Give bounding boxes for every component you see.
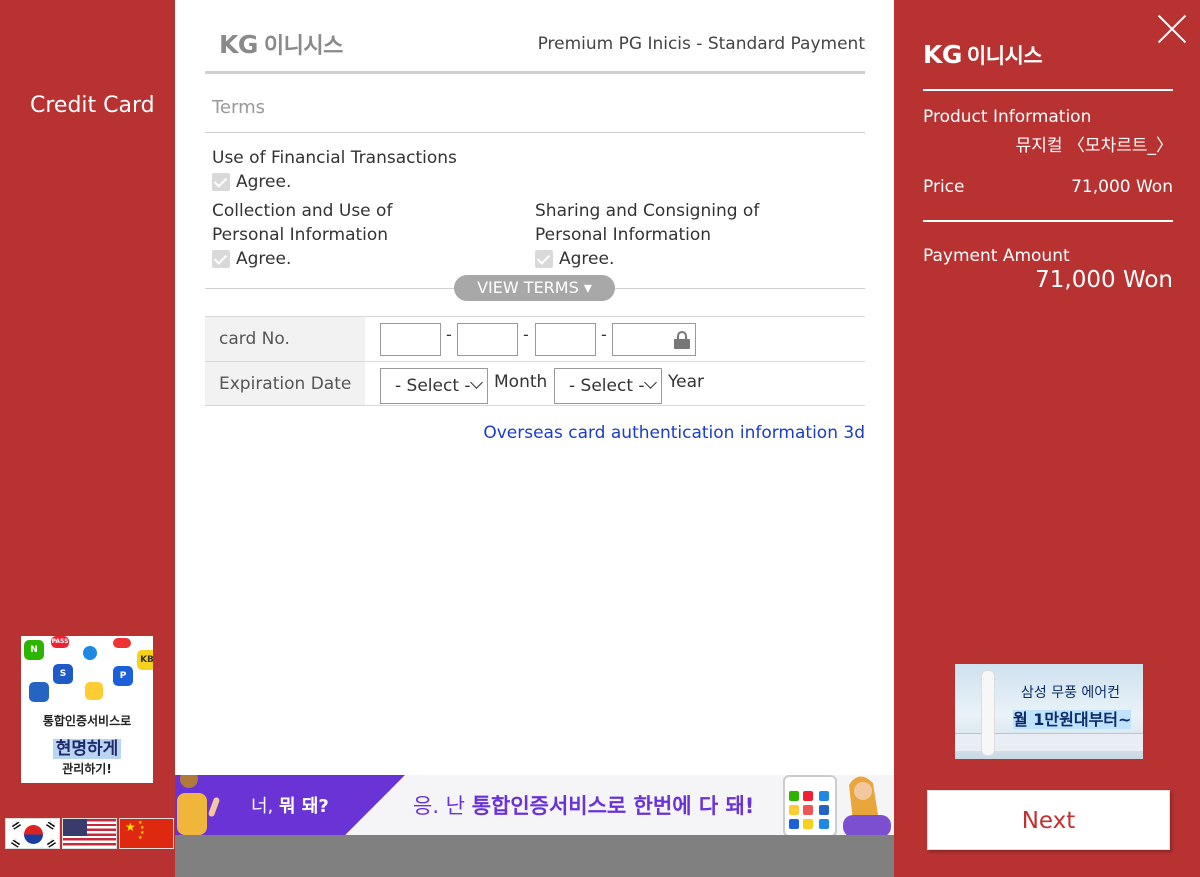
logo-kg: KG xyxy=(923,40,962,69)
checkbox-checked-icon xyxy=(535,250,553,268)
payment-amount-value: 71,000 Won xyxy=(1035,267,1173,293)
collection-terms: Collection and Use of Personal Informati… xyxy=(212,199,392,271)
price-label: Price xyxy=(923,177,965,197)
product-info-label: Product Information xyxy=(923,107,1092,127)
us-flag-icon[interactable] xyxy=(62,818,117,849)
logo-kr: 이니시스 xyxy=(966,44,1043,68)
agree-label: Agree. xyxy=(236,172,292,192)
financial-agree-checkbox[interactable]: Agree. xyxy=(212,170,457,194)
divider xyxy=(923,89,1173,91)
page-title: Premium PG Inicis - Standard Payment xyxy=(537,34,865,54)
aircon-ad-line-1: 삼성 무풍 에어컨 xyxy=(1021,685,1121,701)
banner-answer-pre: 응. 난 xyxy=(413,794,465,818)
sharing-terms-title-1: Sharing and Consigning of xyxy=(535,201,760,221)
payment-method-title: Credit Card xyxy=(30,93,155,118)
pass-icon: PASS xyxy=(51,636,69,648)
financial-terms-title: Use of Financial Transactions xyxy=(212,148,457,168)
card-number-field-1[interactable] xyxy=(380,323,441,356)
financial-terms: Use of Financial Transactions Agree. xyxy=(212,146,457,194)
product-name: 뮤지컬 〈모차르트_〉 xyxy=(1015,136,1173,156)
inicis-logo: KG 이니시스 xyxy=(923,40,1043,70)
payco-icon: P xyxy=(113,666,133,686)
expiration-row: Expiration Date - Select - Month - Selec… xyxy=(205,361,865,406)
year-select-value: - Select - xyxy=(569,376,645,396)
terms-heading-label: Terms xyxy=(212,97,266,118)
card-number-row: card No. - - - xyxy=(205,316,865,361)
card-dash: - xyxy=(446,325,452,344)
person-illustration-icon xyxy=(177,775,220,835)
close-icon[interactable] xyxy=(1157,14,1187,44)
sharing-terms: Sharing and Consigning of Personal Infor… xyxy=(535,199,759,271)
card-number-field-2[interactable] xyxy=(457,323,518,356)
card-number-label: card No. xyxy=(205,317,365,361)
woman-illustration-icon xyxy=(843,776,891,835)
banner-question-pre: 너, xyxy=(251,796,274,817)
ad-line-3: 관리하기! xyxy=(62,762,112,776)
aircon-ad-line-2: 월 1만원대부터~ xyxy=(1013,710,1132,729)
header: KG 이니시스 Premium PG Inicis - Standard Paym… xyxy=(205,0,865,74)
app-icons-cluster: N PASS KB S P xyxy=(21,636,153,708)
checkbox-checked-icon xyxy=(212,250,230,268)
korean-flag-icon[interactable] xyxy=(5,818,60,849)
collection-terms-title-1: Collection and Use of xyxy=(212,201,393,221)
chevron-down-icon xyxy=(470,376,483,389)
kb-icon: KB xyxy=(137,650,153,670)
collection-terms-title-2: Personal Information xyxy=(212,225,389,245)
aircon-ad-line-2-wrap: 월 1만원대부터~ xyxy=(1013,706,1132,730)
next-button[interactable]: Next xyxy=(927,790,1170,850)
expiration-label: Expiration Date xyxy=(205,362,365,405)
logo-kg: KG xyxy=(219,30,258,59)
banner-answer-bold: 통합인증서비스로 한번에 다 돼! xyxy=(471,794,755,818)
checkbox-checked-icon xyxy=(212,173,230,191)
card-form: card No. - - - Expiration Date - Select … xyxy=(205,316,865,406)
sharing-agree-checkbox[interactable]: Agree. xyxy=(535,247,759,271)
china-flag-icon[interactable]: ★ ★ ★ ★ ★ xyxy=(119,818,174,849)
auth-service-banner[interactable]: 너, 뭐 돼? 응. 난 통합인증서비스로 한번에 다 돼! xyxy=(175,775,894,835)
view-terms-button[interactable]: VIEW TERMS ▾ xyxy=(454,275,615,301)
toss-icon xyxy=(83,646,97,660)
aircon-ad[interactable]: 삼성 무풍 에어컨 월 1만원대부터~ xyxy=(955,664,1143,759)
samsung-pass-icon: S xyxy=(53,664,73,684)
inicis-logo: KG 이니시스 xyxy=(219,28,343,60)
bottom-bar xyxy=(175,835,894,877)
sharing-terms-title-2: Personal Information xyxy=(535,225,712,245)
card-dash: - xyxy=(523,325,529,344)
collection-agree-checkbox[interactable]: Agree. xyxy=(212,247,392,271)
agree-label: Agree. xyxy=(559,249,615,269)
payment-amount-label: Payment Amount xyxy=(923,246,1070,266)
year-unit-label: Year xyxy=(668,372,704,392)
card-number-field-4[interactable] xyxy=(612,323,696,356)
lock-icon xyxy=(674,331,690,349)
shinhan-icon xyxy=(29,682,49,702)
left-sidebar: Credit Card N PASS KB S P 통합인증서비스로 현명하게 … xyxy=(0,0,175,877)
ad-line-2-wrap: 현명하게 xyxy=(21,734,153,759)
payment-main-panel: KG 이니시스 Premium PG Inicis - Standard Paym… xyxy=(175,0,894,877)
ad-line-1: 통합인증서비스로 xyxy=(42,714,132,728)
banner-answer: 응. 난 통합인증서비스로 한번에 다 돼! xyxy=(413,790,754,820)
kakao-icon xyxy=(85,682,103,700)
price-value: 71,000 Won xyxy=(1071,177,1173,197)
year-select[interactable]: - Select - xyxy=(554,368,662,404)
divider xyxy=(923,220,1173,222)
month-select-value: - Select - xyxy=(395,376,471,396)
agree-label: Agree. xyxy=(236,249,292,269)
terms-heading: Terms xyxy=(205,96,865,133)
banner-question-bold: 뭐 돼? xyxy=(279,796,329,817)
ad-line-2: 현명하게 xyxy=(52,739,122,759)
card-number-field-3[interactable] xyxy=(535,323,596,356)
month-select[interactable]: - Select - xyxy=(380,368,488,404)
auth-service-ad[interactable]: N PASS KB S P 통합인증서비스로 현명하게 관리하기! xyxy=(21,636,153,783)
aircon-icon xyxy=(981,670,995,756)
naver-icon: N xyxy=(24,640,44,660)
bank-icon xyxy=(113,638,131,648)
overseas-auth-link[interactable]: Overseas card authentication information… xyxy=(483,423,865,443)
banner-question: 너, 뭐 돼? xyxy=(251,792,329,818)
chevron-down-icon xyxy=(644,376,657,389)
month-unit-label: Month xyxy=(494,372,548,392)
language-flags: ★ ★ ★ ★ ★ xyxy=(5,818,174,849)
order-summary-panel: KG 이니시스 Product Information 뮤지컬 〈모차르트_〉 P… xyxy=(894,0,1200,877)
card-dash: - xyxy=(601,325,607,344)
logo-kr: 이니시스 xyxy=(263,34,343,59)
